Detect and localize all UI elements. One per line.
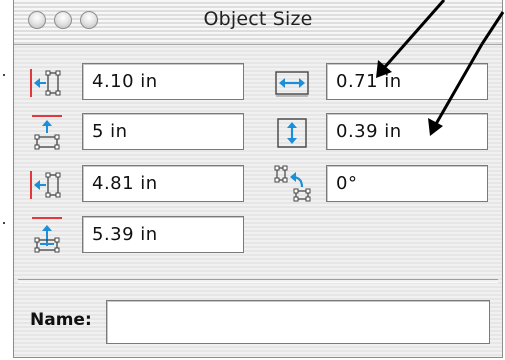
rotation-icon (274, 165, 311, 202)
object-size-palette: Object Size 4.10 in 5 in 4.81 in 5.39 in… (13, 0, 503, 358)
window-title: Object Size (203, 8, 313, 30)
name-label: Name: (30, 310, 92, 330)
title-bar[interactable]: Object Size (14, 0, 502, 45)
left-position-field[interactable]: 4.10 in (82, 63, 244, 100)
height-icon (277, 118, 307, 148)
width-icon (275, 71, 309, 97)
top-position-field[interactable]: 5 in (82, 113, 244, 150)
top-position-icon (32, 115, 62, 150)
name-input[interactable] (106, 300, 490, 344)
page-edge-dot (3, 222, 5, 224)
height-field[interactable]: 0.39 in (326, 113, 488, 150)
page-edge-dot (3, 74, 5, 76)
width-field[interactable]: 0.71 in (326, 63, 488, 100)
section-divider (18, 279, 498, 283)
right-position-icon (30, 171, 61, 199)
right-position-field[interactable]: 4.81 in (82, 165, 244, 202)
bottom-position-icon (32, 217, 62, 253)
bottom-position-field[interactable]: 5.39 in (82, 216, 244, 253)
left-position-icon (30, 69, 61, 97)
rotation-field[interactable]: 0° (326, 165, 488, 202)
